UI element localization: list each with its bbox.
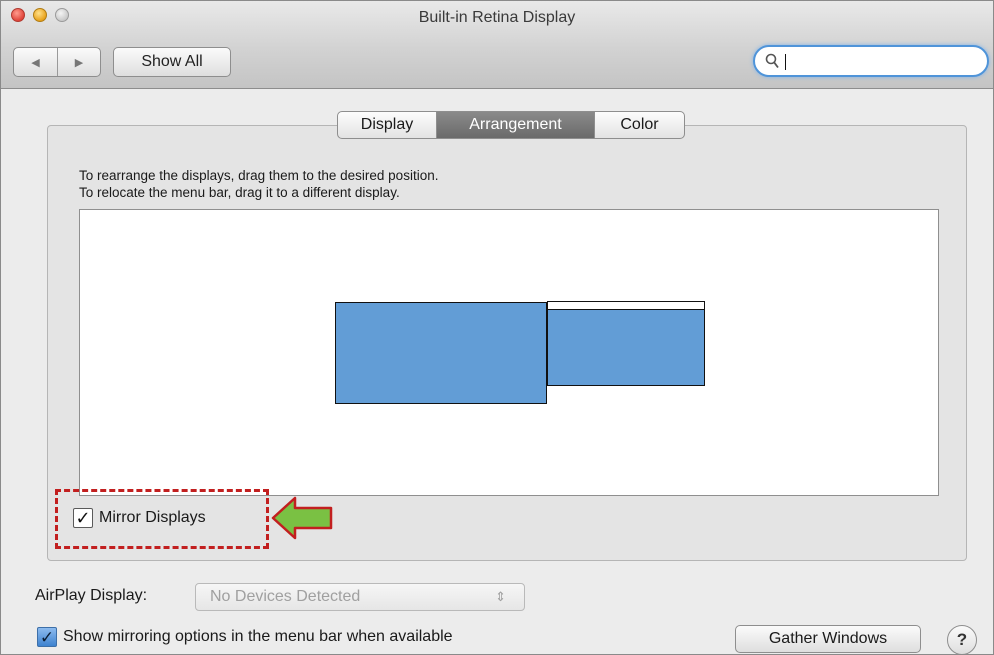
show-mirroring-label: Show mirroring options in the menu bar w…: [63, 628, 453, 645]
airplay-display-label: AirPlay Display:: [35, 587, 148, 604]
gather-windows-button[interactable]: Gather Windows: [735, 625, 921, 653]
search-field[interactable]: [753, 45, 989, 77]
instruction-line-2: To relocate the menu bar, drag it to a d…: [79, 185, 400, 200]
mirror-checkbox-box[interactable]: ✓: [73, 508, 93, 528]
airplay-selected-value: No Devices Detected: [210, 588, 361, 605]
checkmark-icon: ✓: [75, 508, 91, 528]
mirror-displays-label: Mirror Displays: [99, 509, 206, 526]
show-all-button[interactable]: Show All: [113, 47, 231, 77]
text-caret: [785, 54, 786, 70]
menu-bar-handle[interactable]: [548, 302, 704, 310]
main-display-thumbnail[interactable]: [335, 302, 547, 404]
display-arrangement-area: [79, 209, 939, 496]
secondary-display-thumbnail[interactable]: [547, 301, 705, 386]
forward-arrow-icon: ▶: [74, 56, 84, 69]
tab-arrangement[interactable]: Arrangement: [436, 112, 594, 138]
help-button[interactable]: ?: [947, 625, 977, 654]
airplay-display-select[interactable]: No Devices Detected ⇕: [195, 583, 525, 611]
show-mirroring-checkbox-box[interactable]: ✓: [37, 627, 57, 647]
tab-display[interactable]: Display: [338, 112, 436, 138]
green-arrow-icon: [271, 496, 333, 540]
search-icon: [765, 53, 779, 69]
window-title: Built-in Retina Display: [418, 9, 576, 26]
checkmark-icon: ✓: [39, 627, 55, 647]
search-input[interactable]: [787, 51, 977, 71]
system-preferences-window: Built-in Retina Display ◀ ▶ Show All Dis…: [0, 0, 994, 655]
back-forward-group: ◀ ▶: [13, 47, 101, 77]
back-arrow-icon: ◀: [31, 56, 40, 69]
arrangement-instructions: To rearrange the displays, drag them to …: [79, 167, 438, 201]
back-button[interactable]: ◀: [14, 48, 57, 76]
show-mirroring-checkbox[interactable]: ✓ Show mirroring options in the menu bar…: [37, 627, 453, 647]
select-arrows-icon: ⇕: [495, 589, 506, 604]
tab-bar: Display Arrangement Color: [337, 111, 685, 139]
instruction-line-1: To rearrange the displays, drag them to …: [79, 168, 439, 183]
forward-button[interactable]: ▶: [57, 48, 100, 76]
title-bar: Built-in Retina Display ◀ ▶ Show All: [1, 1, 993, 89]
mirror-displays-checkbox[interactable]: ✓ Mirror Displays: [73, 508, 206, 528]
tab-color[interactable]: Color: [594, 112, 684, 138]
